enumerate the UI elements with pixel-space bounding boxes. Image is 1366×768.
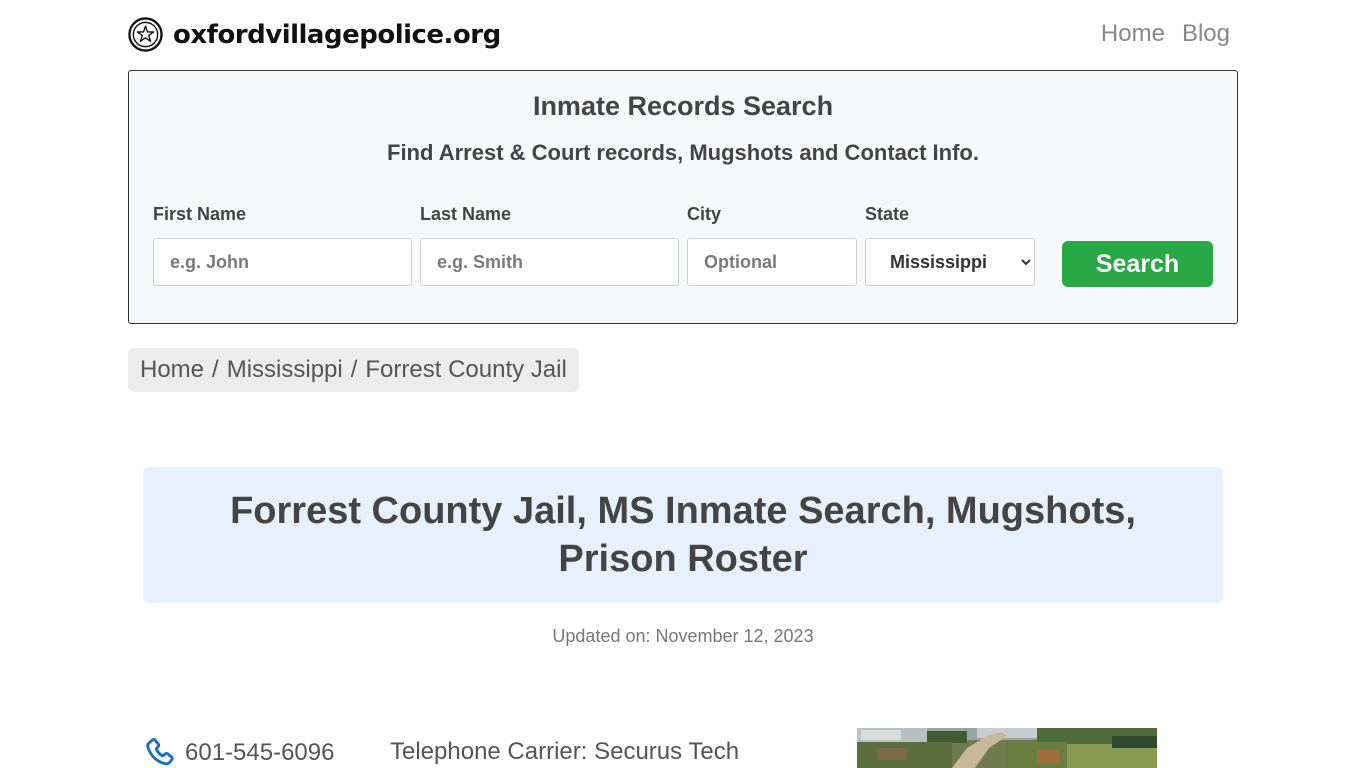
police-badge-star-icon	[128, 17, 163, 52]
city-field-group: City	[687, 204, 857, 286]
breadcrumb-home-link[interactable]: Home	[140, 356, 204, 384]
breadcrumb: Home / Mississippi / Forrest County Jail	[128, 348, 579, 392]
city-label: City	[687, 204, 722, 224]
breadcrumb-separator: /	[212, 356, 219, 383]
state-label: State	[865, 204, 910, 224]
first-name-input[interactable]	[153, 238, 412, 286]
search-panel-title: Inmate Records Search	[532, 91, 834, 121]
page-title-banner: Forrest County Jail, MS Inmate Search, M…	[143, 467, 1223, 603]
jail-aerial-photo	[857, 728, 1157, 768]
nav-home-link[interactable]: Home	[1101, 20, 1165, 48]
breadcrumb-current: Forrest County Jail	[365, 356, 567, 383]
phone-contact[interactable]: 601-545-6096	[143, 736, 334, 768]
jail-aerial-photo-image	[857, 728, 1157, 768]
site-name: oxfordvillagepolice.org	[173, 19, 501, 50]
last-name-input[interactable]	[420, 238, 679, 286]
updated-date: Updated on: November 12, 2023	[552, 626, 814, 646]
breadcrumb-state-link[interactable]: Mississippi	[227, 356, 343, 384]
inmate-search-panel: Inmate Records Search Find Arrest & Cour…	[128, 70, 1238, 324]
phone-icon	[146, 738, 174, 766]
site-logo[interactable]: oxfordvillagepolice.org	[128, 17, 501, 52]
first-name-field-group: First Name	[153, 204, 412, 286]
telephone-carrier: Telephone Carrier: Securus Tech	[390, 738, 740, 765]
nav-blog-link[interactable]: Blog	[1182, 20, 1230, 48]
site-header: oxfordvillagepolice.org Home Blog	[128, 14, 1238, 58]
phone-number[interactable]: 601-545-6096	[185, 739, 334, 767]
city-input[interactable]	[687, 238, 857, 286]
last-name-field-group: Last Name	[420, 204, 679, 286]
first-name-label: First Name	[153, 204, 247, 224]
search-button[interactable]: Search	[1062, 241, 1213, 287]
breadcrumb-separator: /	[350, 356, 358, 383]
state-field-group: State Mississippi	[865, 204, 1035, 286]
state-select[interactable]: Mississippi	[865, 238, 1035, 286]
top-nav: Home Blog	[1101, 20, 1230, 48]
last-name-label: Last Name	[420, 204, 512, 224]
search-panel-subtitle: Find Arrest & Court records, Mugshots an…	[387, 140, 979, 165]
page-title: Forrest County Jail, MS Inmate Search, M…	[230, 490, 1136, 580]
